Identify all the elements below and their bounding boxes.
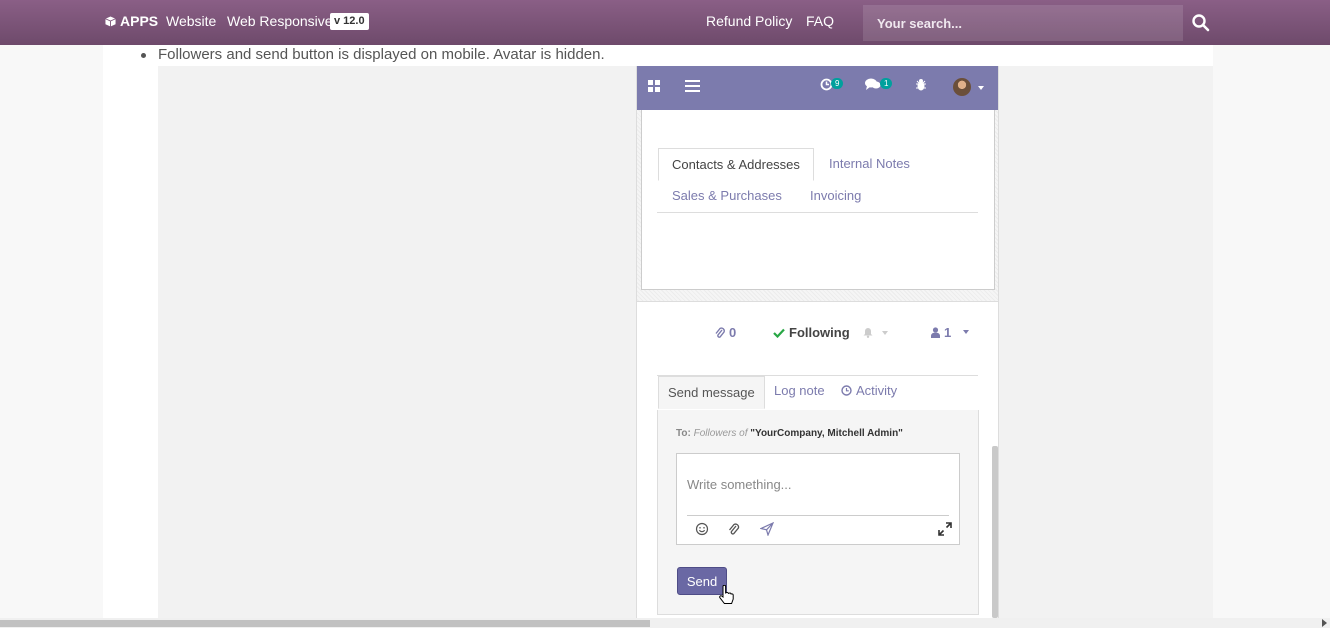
user-avatar[interactable] [953, 78, 971, 96]
message-count-badge: 1 [880, 78, 893, 89]
site-navbar: APPS Website Web Responsive v 12.0 Refun… [0, 0, 1330, 45]
chevron-down-icon [882, 331, 888, 335]
nav-link-web-responsive[interactable]: Web Responsive [227, 13, 333, 29]
nav-link-refund-policy[interactable]: Refund Policy [706, 13, 792, 29]
horizontal-scrollbar-thumb[interactable] [0, 620, 650, 627]
tab-contacts-addresses[interactable]: Contacts & Addresses [658, 148, 814, 181]
tab-activity[interactable]: Activity [841, 383, 897, 398]
brand-label: APPS [120, 13, 159, 29]
horizontal-scrollbar[interactable] [0, 618, 1330, 628]
tab-invoicing[interactable]: Invoicing [810, 188, 861, 203]
expand-icon[interactable] [938, 522, 952, 536]
chevron-down-icon [978, 86, 984, 90]
chevron-down-icon [963, 330, 969, 334]
paperclip-icon [715, 326, 725, 338]
composer-box [676, 453, 960, 545]
message-input[interactable] [677, 454, 959, 514]
mobile-scrollbar[interactable] [992, 446, 998, 618]
record-name: "YourCompany, Mitchell Admin" [750, 428, 903, 439]
nav-link-website[interactable]: Website [166, 13, 216, 29]
cube-icon [105, 15, 116, 27]
message-composer: To: Followers of "YourCompany, Mitchell … [657, 410, 979, 615]
emoji-icon[interactable] [695, 522, 709, 536]
nav-link-faq[interactable]: FAQ [806, 13, 834, 29]
composer-divider [687, 515, 949, 516]
followers-count: 1 [944, 325, 952, 340]
brand-link[interactable]: APPS [105, 13, 158, 29]
recipients-line: To: Followers of "YourCompany, Mitchell … [676, 428, 903, 439]
search-input[interactable] [863, 5, 1183, 41]
attachments-button[interactable]: 0 [715, 325, 736, 340]
send-plane-icon[interactable] [760, 522, 774, 536]
tab-activity-label: Activity [856, 383, 898, 398]
tab-internal-notes[interactable]: Internal Notes [829, 156, 910, 171]
bullet-dot [141, 53, 146, 58]
tab-sales-purchases[interactable]: Sales & Purchases [672, 188, 782, 203]
attachments-count: 0 [729, 325, 737, 340]
apps-grid-icon[interactable] [648, 80, 660, 92]
followers-button[interactable]: 1 [931, 325, 951, 340]
bug-icon[interactable] [915, 78, 927, 91]
tab-divider [657, 212, 978, 213]
following-label: Following [789, 325, 850, 340]
following-button[interactable]: Following [773, 325, 850, 340]
activity-count-badge: 9 [831, 78, 844, 89]
tab-log-note[interactable]: Log note [774, 383, 825, 398]
hand-cursor-icon [719, 585, 734, 604]
chat-bubbles-icon[interactable] [865, 78, 881, 91]
version-badge: v 12.0 [330, 13, 369, 30]
tab-send-message[interactable]: Send message [658, 376, 765, 409]
bullet-text: Followers and send button is displayed o… [158, 46, 605, 63]
scroll-right-arrow-icon[interactable] [1322, 619, 1327, 627]
user-icon [931, 327, 940, 338]
check-icon [773, 328, 785, 338]
list-item: Followers and send button is displayed o… [141, 46, 605, 63]
mobile-screenshot: 9 1 Contacts & Addresses Internal Notes … [636, 66, 999, 618]
bell-icon[interactable] [863, 327, 873, 338]
menu-icon[interactable] [685, 79, 700, 93]
mobile-navbar: 9 1 [637, 66, 998, 110]
search-icon[interactable] [1190, 12, 1212, 34]
paperclip-icon[interactable] [727, 522, 741, 536]
clock-icon [841, 385, 852, 396]
